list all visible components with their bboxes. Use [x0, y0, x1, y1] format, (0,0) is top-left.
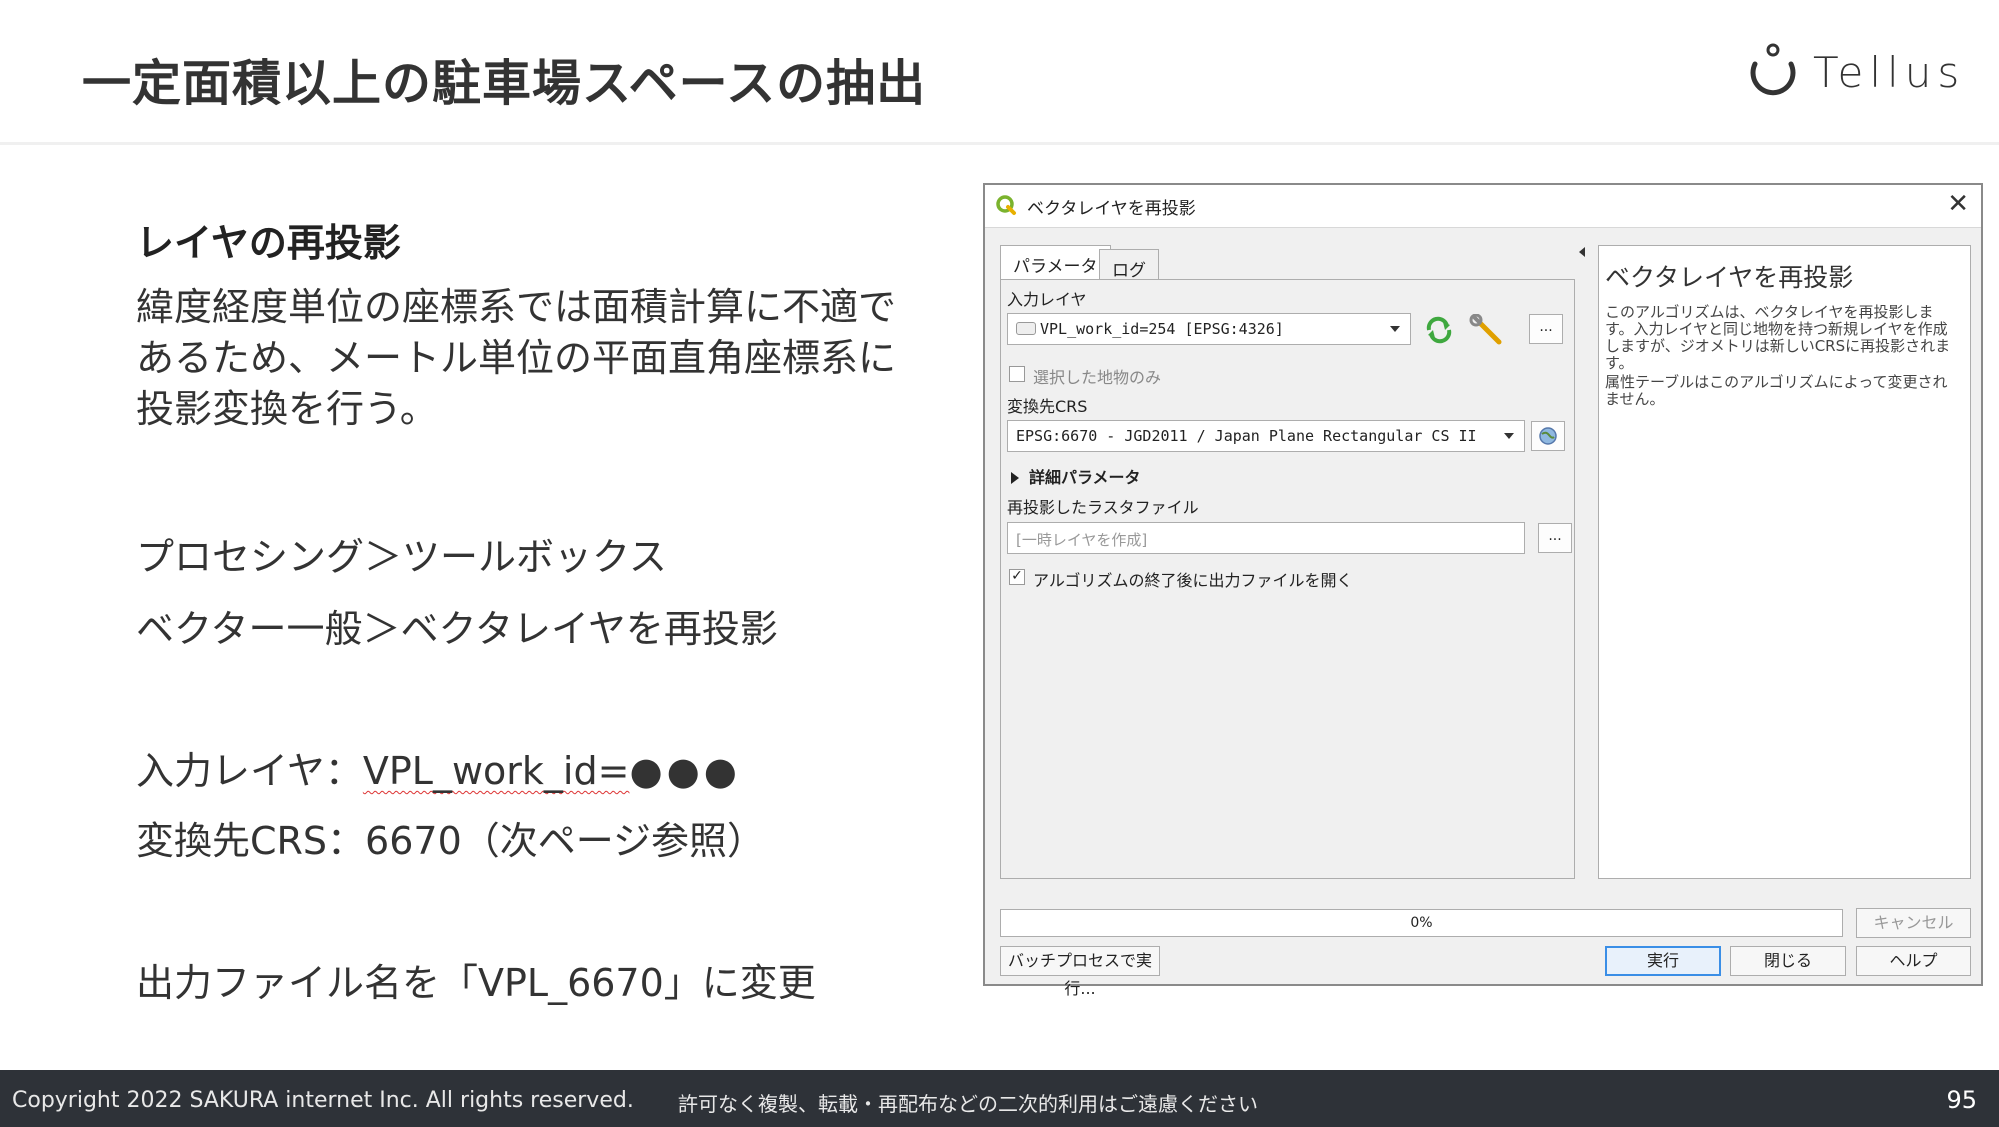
- input-layer-label: 入力レイヤ: [1007, 290, 1087, 309]
- tab-parameters[interactable]: パラメータ: [1000, 245, 1111, 280]
- output-file-label: 再投影したラスタファイル: [1007, 498, 1199, 517]
- help-paragraph: 属性テーブルはこのアルゴリズムによって変更されません。: [1605, 373, 1948, 408]
- target-crs-line: 変換先CRS：6670（次ページ参照）: [136, 819, 766, 863]
- qgis-icon: [996, 195, 1016, 215]
- input-layer-label: 入力レイヤ：: [136, 749, 363, 793]
- advanced-parameters-label: 詳細パラメータ: [1029, 468, 1141, 487]
- crs-selector-button[interactable]: [1531, 421, 1565, 451]
- more-options-button[interactable]: ...: [1529, 314, 1563, 344]
- description-line: 投影変換を行う。: [136, 387, 438, 431]
- chevron-down-icon: [1390, 326, 1400, 332]
- advanced-parameters-toggle[interactable]: 詳細パラメータ: [1011, 464, 1141, 488]
- target-crs-label: 変換先CRS: [1007, 397, 1088, 416]
- help-paragraph: このアルゴリズムは、ベクタレイヤを再投影します。入力レイヤと同じ地物を持つ新規レ…: [1605, 303, 1951, 372]
- menu-path-toolbox: プロセシング＞ツールボックス: [136, 535, 667, 579]
- slide-footer: Copyright 2022 SAKURA internet Inc. All …: [0, 1070, 1999, 1127]
- input-layer-value: VPL_work_id=254 [EPSG:4326]: [1040, 320, 1284, 338]
- copyright-text: Copyright 2022 SAKURA internet Inc. All …: [12, 1088, 634, 1113]
- input-layer-combo[interactable]: VPL_work_id=254 [EPSG:4326]: [1007, 313, 1411, 345]
- help-title: ベクタレイヤを再投影: [1605, 263, 1854, 292]
- run-button[interactable]: 実行: [1605, 946, 1721, 976]
- input-layer-line: 入力レイヤ：VPL_work_id=●●●: [136, 740, 741, 795]
- section-title: レイヤの再投影: [136, 221, 401, 265]
- close-icon[interactable]: ✕: [1947, 189, 1969, 219]
- help-panel: ベクタレイヤを再投影 このアルゴリズムは、ベクタレイヤを再投影します。入力レイヤ…: [1598, 245, 1971, 879]
- close-button[interactable]: 閉じる: [1730, 946, 1846, 976]
- description-line: あるため、メートル単位の平面直角座標系に: [136, 336, 897, 380]
- usage-notice: 許可なく複製、転載・再配布などの二次的利用はご遠慮ください: [678, 1092, 1258, 1116]
- globe-icon: [1539, 427, 1557, 445]
- target-crs-combo[interactable]: EPSG:6670 - JGD2011 / Japan Plane Rectan…: [1007, 420, 1525, 452]
- batch-process-button[interactable]: バッチプロセスで実行...: [1000, 946, 1160, 998]
- description-line: 緯度経度単位の座標系では面積計算に不適で: [136, 285, 897, 329]
- output-browse-button[interactable]: ...: [1538, 523, 1572, 553]
- triangle-right-icon: [1011, 472, 1019, 484]
- slide-header: 一定面積以上の駐車場スペースの抽出 Tellus: [0, 0, 1999, 145]
- wrench-icon[interactable]: [1469, 314, 1505, 346]
- menu-path-reproject: ベクター一般＞ベクタレイヤを再投影: [136, 607, 778, 651]
- progress-bar: 0%: [1000, 909, 1843, 937]
- parameters-panel: 入力レイヤ VPL_work_id=254 [EPSG:4326] ... 選択…: [1000, 279, 1575, 879]
- progress-text: 0%: [1410, 915, 1433, 931]
- selected-only-checkbox[interactable]: [1009, 366, 1025, 382]
- reproject-dialog: ベクタレイヤを再投影 ✕ パラメータ ログ 入力レイヤ VPL_work_id=…: [983, 183, 1983, 998]
- polygon-layer-icon: [1016, 322, 1036, 335]
- input-layer-value: VPL_work_id=: [362, 749, 630, 793]
- dialog-titlebar: ベクタレイヤを再投影 ✕: [985, 185, 1981, 228]
- tab-log[interactable]: ログ: [1099, 249, 1159, 281]
- logo-text: Tellus: [1813, 48, 1966, 97]
- collapse-help-arrow[interactable]: [1579, 247, 1585, 257]
- description: 緯度経度単位の座標系では面積計算に不適で あるため、メートル単位の平面直角座標系…: [136, 282, 976, 435]
- cancel-button[interactable]: キャンセル: [1856, 908, 1971, 938]
- page-number: 95: [1946, 1086, 1977, 1114]
- open-output-checkbox[interactable]: ✓: [1009, 569, 1025, 585]
- tellus-logo: Tellus: [1743, 40, 1963, 106]
- open-output-label: アルゴリズムの終了後に出力ファイルを開く: [1033, 571, 1353, 590]
- tellus-logo-icon: [1750, 43, 1796, 96]
- target-crs-value: EPSG:6670 - JGD2011 / Japan Plane Rectan…: [1016, 427, 1477, 445]
- page-title: 一定面積以上の駐車場スペースの抽出: [82, 55, 927, 112]
- iterate-icon[interactable]: [1423, 316, 1455, 344]
- output-name-line: 出力ファイル名を「VPL_6670」に変更: [136, 961, 816, 1005]
- input-layer-dots: ●●●: [629, 749, 741, 793]
- help-button[interactable]: ヘルプ: [1856, 946, 1971, 976]
- output-file-input[interactable]: [一時レイヤを作成]: [1007, 522, 1525, 554]
- chevron-down-icon: [1504, 433, 1514, 439]
- dialog-title: ベクタレイヤを再投影: [1027, 199, 1196, 219]
- selected-only-label: 選択した地物のみ: [1033, 368, 1162, 387]
